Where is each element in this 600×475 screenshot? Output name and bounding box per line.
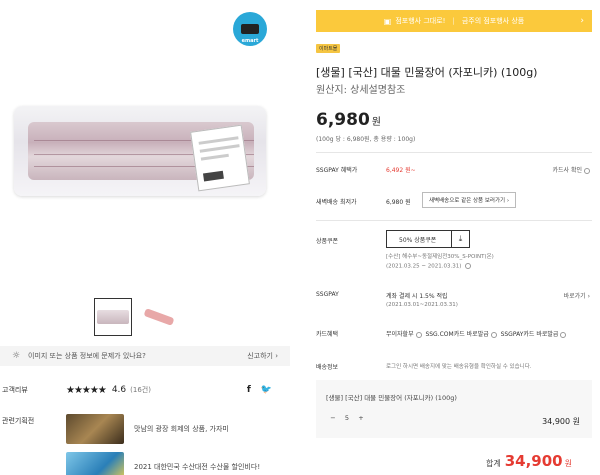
- product-title: [생물] [국산] 대물 민물장어 (자포니카) (100g): [316, 66, 538, 79]
- info-icon[interactable]: [465, 263, 472, 269]
- twitter-icon[interactable]: 🐦: [261, 385, 272, 395]
- chevron-circle-icon: [415, 331, 422, 338]
- total-label: 합계: [486, 459, 501, 468]
- price-sticker: [190, 124, 250, 192]
- row-label: 카드혜택: [316, 331, 339, 338]
- divider: [316, 152, 592, 153]
- divider: [316, 220, 592, 221]
- product-info-column: ▣ 점포행사 그대로! | 금주의 점포행사 상품 › 이마트몰 [생물] [국…: [316, 0, 592, 475]
- total-value: 34,900: [504, 452, 563, 470]
- total-price: 합계 34,900 원: [486, 452, 572, 470]
- total-unit: 원: [564, 459, 572, 468]
- report-text: 이미지 또는 상품 정보에 문제가 있나요?: [28, 352, 146, 360]
- card-check-link[interactable]: 카드사 확인: [552, 165, 590, 174]
- order-price: 34,900 원: [542, 417, 580, 426]
- thumbnail-1[interactable]: [94, 298, 132, 336]
- coupon-period-text: (2021.03.25 ~ 2021.03.31): [386, 263, 462, 270]
- row-label: SSGPAY: [316, 291, 339, 298]
- promo-banner[interactable]: ▣ 점포행사 그대로! | 금주의 점포행사 상품 ›: [316, 10, 592, 32]
- review-count[interactable]: (16건): [130, 385, 151, 395]
- dawn-delivery-price: 6,980 원: [386, 199, 411, 206]
- gift-icon: ▣: [383, 16, 392, 26]
- unit-price: (100g 당 : 6,980원, 총 용량 : 100g): [316, 136, 416, 143]
- delivery-info: 로그인 하시면 배송지에 맞는 배송유형을 확인하실 수 있습니다.: [386, 364, 532, 370]
- ssgpay-period: (2021.03.01~2021.03.31): [386, 302, 458, 308]
- sticker-line: [200, 153, 229, 161]
- related-image: [66, 452, 124, 475]
- lightbulb-icon: ☼: [12, 351, 21, 361]
- share-buttons: f 🐦: [247, 385, 290, 395]
- decrease-button[interactable]: −: [326, 414, 340, 422]
- coupon-desc: [수산] 해수부~동절제임전30%_S-POINT(온): [386, 254, 494, 260]
- product-price: 6,980 원: [316, 110, 381, 130]
- price-value: 6,980: [316, 110, 370, 130]
- dawn-delivery-button[interactable]: 새벽배송으로 같은 상품 보러가기 ›: [422, 192, 517, 208]
- coupon-button[interactable]: 50% 상품쿠폰 ⤓: [386, 230, 470, 248]
- report-link[interactable]: 신고하기 ›: [247, 351, 278, 361]
- related-image: [66, 414, 124, 444]
- row-label: SSGPAY 혜택가: [316, 167, 358, 174]
- product-origin: 원산지: 상세설명참조: [316, 85, 406, 96]
- quantity-stepper: − 5 +: [326, 414, 368, 422]
- main-product-image[interactable]: [10, 100, 270, 200]
- card-check-label: 카드사 확인: [552, 167, 582, 174]
- ssgpay-link[interactable]: 바로가기 ›: [564, 291, 590, 300]
- product-gallery-column: emart ☼ 이미지 또는 상품 정보에 문제가 있나요? 신고하기 › 고객…: [0, 0, 290, 475]
- row-label: 배송정보: [316, 364, 339, 371]
- fish-tray-image: [14, 106, 266, 196]
- promo-right: 금주의 점포행사 상품: [461, 17, 525, 25]
- chevron-circle-icon: [584, 167, 590, 174]
- report-bar: ☼ 이미지 또는 상품 정보에 문제가 있나요? 신고하기 ›: [0, 346, 290, 366]
- ssgpay-benefit-price: 6,492 원~: [386, 167, 416, 174]
- thumbnail-image: [97, 310, 129, 324]
- card-benefit-list: 무이자할부 SSG.COM카드 바로발급 SSGPAY카드 바로발급: [386, 329, 567, 338]
- promo-separator: |: [452, 17, 455, 25]
- related-label: 관련기획전: [2, 417, 35, 425]
- card-item[interactable]: 무이자할부: [386, 331, 414, 338]
- card-item[interactable]: SSGPAY카드 바로발급: [501, 331, 559, 338]
- increase-button[interactable]: +: [354, 414, 368, 422]
- coupon-label: 50% 상품쿠폰: [399, 236, 437, 244]
- chevron-circle-icon: [490, 331, 497, 338]
- review-label: 고객리뷰: [2, 386, 28, 394]
- related-item[interactable]: 2021 대한민국 수산대전 수산물 할인비다!: [66, 452, 286, 475]
- thumbnail-list: [94, 298, 178, 336]
- download-icon: ⤓: [451, 231, 469, 247]
- order-option-box: [생물] [국산] 대물 민물장어 (자포니카) (100g) − 5 + 34…: [316, 380, 592, 438]
- rating-value: 4.6: [111, 385, 127, 395]
- star-rating-icon: ★★★★★: [66, 384, 107, 396]
- truck-icon: [241, 24, 259, 34]
- related-title: 2021 대한민국 수산대전 수산물 할인비다!: [134, 463, 261, 471]
- row-label: 상품쿠폰: [316, 238, 339, 245]
- card-item[interactable]: SSG.COM카드 바로발급: [425, 331, 488, 338]
- mall-badge: 이마트몰: [316, 44, 341, 53]
- sticker-line: [198, 136, 239, 145]
- chevron-circle-icon: [560, 331, 567, 338]
- logo-text: emart: [241, 38, 259, 44]
- thumbnail-image: [143, 308, 175, 326]
- quantity-value[interactable]: 5: [340, 414, 354, 422]
- facebook-icon[interactable]: f: [247, 385, 251, 395]
- sticker-line: [199, 144, 240, 153]
- barcode: [202, 170, 224, 182]
- ssgpay-benefit: 계좌 결제 시 1.5% 적립: [386, 293, 448, 300]
- thumbnail-2[interactable]: [140, 298, 178, 336]
- promo-left: 점포행사 그대로!: [395, 17, 446, 25]
- related-title: 맛남의 광장 회제의 상품, 가자미: [134, 425, 229, 433]
- review-row: 고객리뷰 ★★★★★ 4.6 (16건) f 🐦: [0, 380, 290, 400]
- emart-logo: emart: [233, 12, 267, 46]
- order-product-name: [생물] [국산] 대물 민물장어 (자포니카) (100g): [326, 394, 457, 402]
- related-item[interactable]: 맛남의 광장 회제의 상품, 가자미: [66, 414, 286, 444]
- coupon-period: (2021.03.25 ~ 2021.03.31): [386, 263, 472, 270]
- row-label: 새벽배송 최저가: [316, 199, 357, 206]
- price-unit: 원: [371, 117, 381, 128]
- chevron-right-icon: ›: [580, 16, 584, 26]
